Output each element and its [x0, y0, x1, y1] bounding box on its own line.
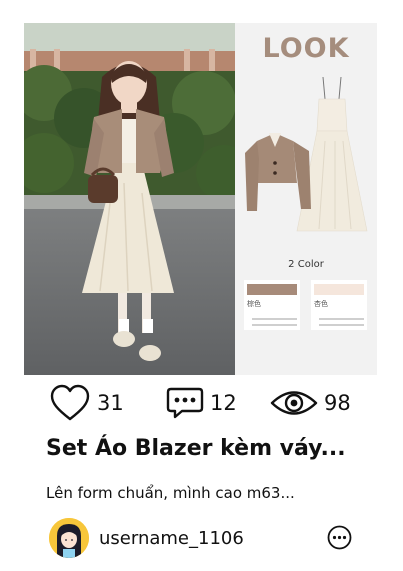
swatch-caption-line	[319, 324, 364, 326]
like-button[interactable]: 31	[49, 383, 124, 423]
more-options-icon[interactable]	[327, 525, 352, 550]
swatch-label: 棕色	[247, 300, 261, 308]
post-description: Lên form chuẩn, mình cao m63...	[46, 484, 295, 502]
comment-count: 12	[210, 391, 237, 415]
like-count: 31	[97, 391, 124, 415]
author-username[interactable]: username_1106	[99, 528, 244, 549]
look-heading: LOOK	[262, 33, 350, 64]
comment-bubble-icon[interactable]	[166, 386, 204, 420]
views-indicator: 98	[270, 383, 351, 423]
swatch-label: 杏色	[314, 300, 328, 308]
avatar[interactable]	[49, 518, 89, 558]
model-photo	[24, 23, 235, 375]
post-card[interactable]: LOOK 2 Color 棕色 杏色 31 12 98 Set Áo Blaze…	[0, 0, 403, 571]
swatch-chip	[247, 284, 297, 295]
stats-row: 31 12 98	[0, 383, 403, 423]
eye-icon	[270, 388, 318, 418]
outfit-panel: LOOK 2 Color 棕色 杏色	[235, 23, 377, 375]
outfit-illustration	[245, 76, 368, 232]
swatch-caption-line	[252, 324, 297, 326]
swatch-chip	[314, 284, 364, 295]
heart-icon[interactable]	[49, 384, 91, 422]
swatch-apricot: 杏色	[311, 280, 367, 330]
swatch-brown: 棕色	[244, 280, 300, 330]
view-count: 98	[324, 391, 351, 415]
author-row[interactable]: username_1106	[49, 518, 369, 558]
swatch-caption-line	[319, 318, 364, 320]
swatch-caption-line	[252, 318, 297, 320]
comment-button[interactable]: 12	[166, 383, 237, 423]
color-count-label: 2 Color	[288, 259, 324, 270]
post-title[interactable]: Set Áo Blazer kèm váy...	[46, 436, 376, 461]
post-image[interactable]: LOOK 2 Color 棕色 杏色	[24, 23, 377, 375]
